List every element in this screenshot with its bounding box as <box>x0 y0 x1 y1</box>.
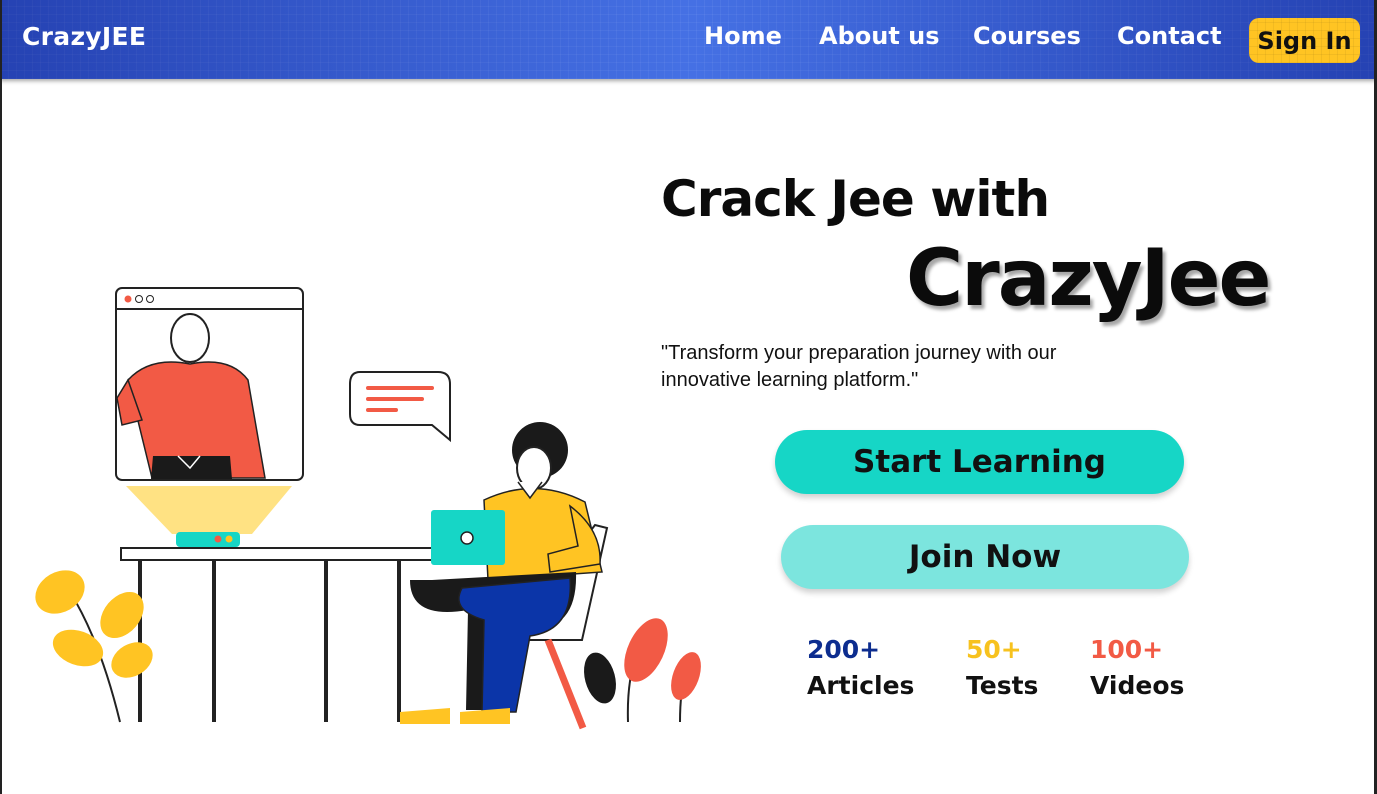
hero-illustration <box>35 287 701 730</box>
stat-tests-value: 50+ <box>966 635 1022 664</box>
student-figure <box>400 422 603 724</box>
brand-logo[interactable]: CrazyJEE <box>22 22 146 51</box>
hero-tagline: "Transform your preparation journey with… <box>661 342 1057 391</box>
laptop <box>431 510 505 565</box>
top-navbar: CrazyJEE Home About us Courses Contact S… <box>0 0 1377 79</box>
sign-in-button[interactable]: Sign In <box>1249 18 1360 63</box>
join-now-button[interactable]: Join Now <box>781 525 1189 589</box>
stat-tests: 50+ Tests <box>966 634 1038 706</box>
stat-articles: 200+ Articles <box>807 634 914 706</box>
stat-videos: 100+ Videos <box>1090 634 1184 706</box>
projector-beam <box>126 486 292 534</box>
start-learning-button[interactable]: Start Learning <box>775 430 1184 494</box>
desk <box>120 547 444 722</box>
stat-tests-label: Tests <box>966 671 1039 700</box>
window-dots-icon <box>124 295 154 303</box>
plant-right <box>584 618 701 723</box>
hero-heading: Crack Jee with <box>661 170 1050 228</box>
nav-home-link[interactable]: Home <box>704 22 782 50</box>
stat-articles-value: 200+ <box>807 635 881 664</box>
hero-brand-heading: CrazyJee <box>906 234 1271 324</box>
nav-about-link[interactable]: About us <box>819 22 940 50</box>
chat-bubble-icon <box>349 371 451 443</box>
video-call-window <box>115 287 304 481</box>
stat-articles-label: Articles <box>807 671 915 700</box>
stat-videos-value: 100+ <box>1090 635 1164 664</box>
nav-contact-link[interactable]: Contact <box>1117 22 1222 50</box>
nav-courses-link[interactable]: Courses <box>973 22 1081 50</box>
stat-videos-label: Videos <box>1090 671 1185 700</box>
